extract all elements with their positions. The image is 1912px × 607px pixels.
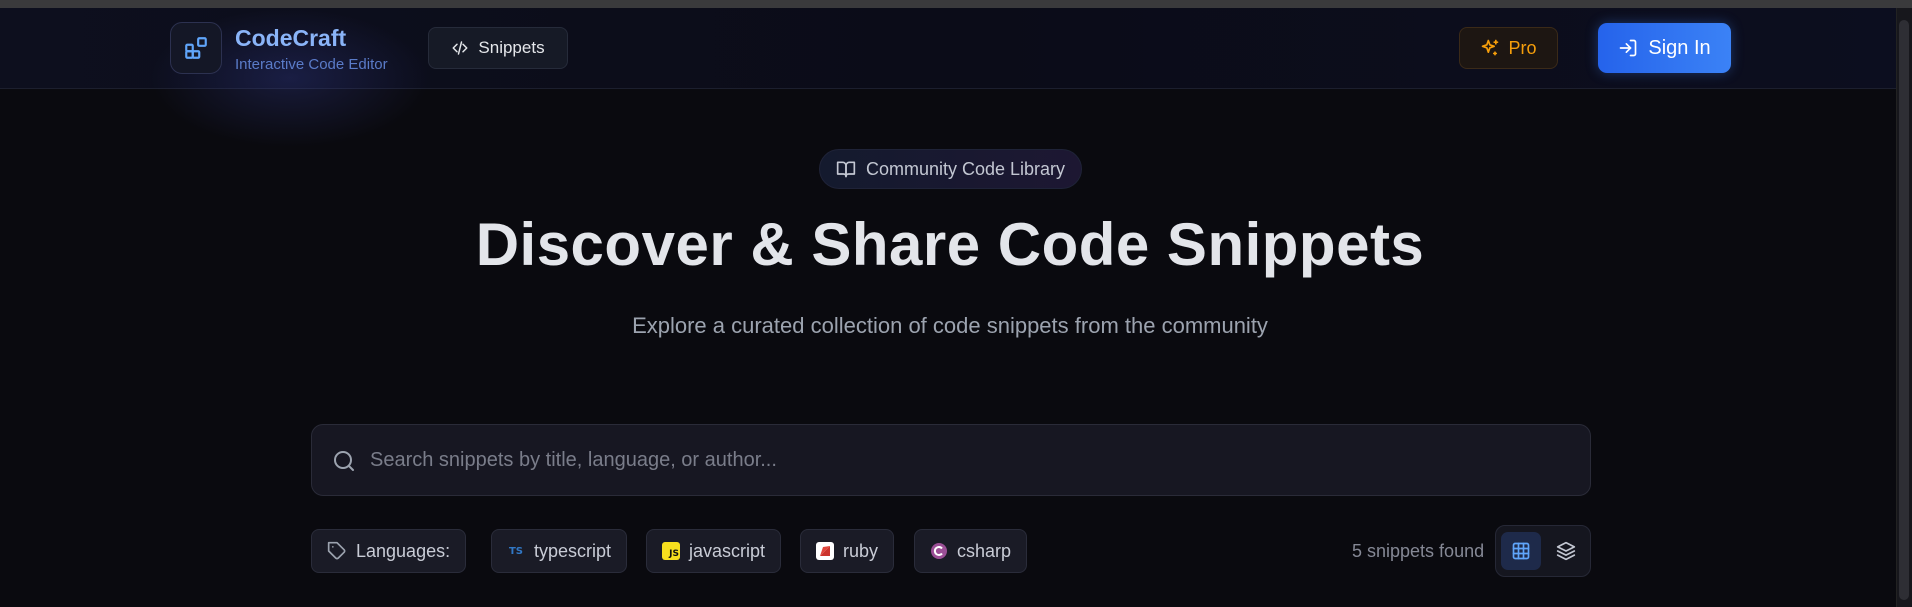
brand-name[interactable]: CodeCraft bbox=[235, 25, 346, 52]
page-subtitle: Explore a curated collection of code sni… bbox=[632, 313, 1268, 338]
sparkles-icon bbox=[1482, 39, 1499, 56]
log-in-icon bbox=[1620, 39, 1637, 57]
brand-tagline: Interactive Code Editor bbox=[235, 56, 388, 73]
language-chip-label: csharp bbox=[957, 540, 1012, 561]
language-chip-csharp[interactable]: csharp bbox=[914, 529, 1028, 573]
language-chip-ruby[interactable]: ruby bbox=[800, 529, 895, 573]
search-icon bbox=[332, 449, 356, 478]
language-chip-label: javascript bbox=[689, 540, 766, 561]
language-chip-label: ruby bbox=[843, 540, 879, 561]
sign-in-button[interactable]: Sign In bbox=[1598, 23, 1731, 73]
search-input[interactable] bbox=[370, 425, 1570, 495]
ruby-icon bbox=[816, 542, 834, 560]
scrollbar-thumb[interactable] bbox=[1899, 20, 1909, 600]
sign-in-label: Sign In bbox=[1648, 36, 1711, 59]
code-icon bbox=[452, 41, 468, 55]
page-scrollbar[interactable] bbox=[1896, 8, 1912, 607]
language-chip-label: typescript bbox=[534, 540, 612, 561]
logo-icon[interactable] bbox=[170, 22, 222, 74]
top-navbar: CodeCraft Interactive Code Editor Snippe… bbox=[0, 8, 1896, 148]
nav-snippets-label: Snippets bbox=[478, 38, 545, 57]
language-chip-javascript[interactable]: JS javascript bbox=[646, 529, 782, 573]
nav-snippets-button[interactable]: Snippets bbox=[428, 27, 568, 69]
layers-icon bbox=[1556, 541, 1576, 561]
languages-filter-label: Languages: bbox=[311, 529, 467, 573]
typescript-icon: TS bbox=[508, 545, 524, 557]
grid-view-button[interactable] bbox=[1501, 532, 1541, 570]
book-open-icon bbox=[836, 161, 856, 178]
community-badge: Community Code Library bbox=[819, 149, 1082, 189]
tag-icon bbox=[327, 541, 346, 560]
language-chip-typescript[interactable]: TS typescript bbox=[491, 529, 628, 573]
results-count: 5 snippets found bbox=[1352, 541, 1485, 561]
view-toggle bbox=[1495, 525, 1591, 577]
pro-label: Pro bbox=[1508, 37, 1537, 58]
pro-button[interactable]: Pro bbox=[1459, 27, 1558, 69]
csharp-icon bbox=[930, 542, 948, 560]
languages-label: Languages: bbox=[356, 540, 451, 561]
layers-view-button[interactable] bbox=[1546, 532, 1586, 570]
grid-icon bbox=[1512, 542, 1530, 560]
page-title: Discover & Share Code Snippets bbox=[475, 211, 1425, 278]
javascript-icon: JS bbox=[662, 542, 680, 560]
browser-top-strip bbox=[0, 0, 1912, 8]
badge-label: Community Code Library bbox=[865, 158, 1066, 179]
search-bar bbox=[311, 424, 1591, 496]
